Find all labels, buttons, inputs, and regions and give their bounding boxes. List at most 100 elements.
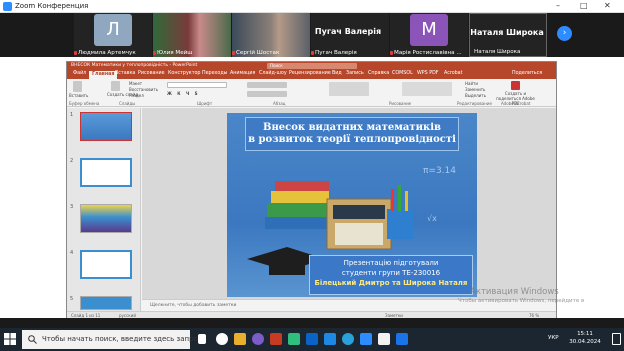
avatar: М	[410, 14, 448, 46]
powerpoint-icon[interactable]	[270, 333, 282, 345]
viber-icon[interactable]	[252, 333, 264, 345]
telegram-icon[interactable]	[342, 333, 354, 345]
zoom-icon[interactable]	[360, 333, 372, 345]
participant-tile[interactable]: Пугач Валерія Пугач Валерія	[311, 13, 389, 57]
group-slides: Слайды	[119, 101, 136, 106]
edge-icon[interactable]	[288, 333, 300, 345]
font-family-select[interactable]	[167, 82, 227, 88]
slide-number: 3	[70, 204, 74, 210]
slide-canvas: Внесок видатних математиків в розвиток т…	[142, 108, 556, 299]
windows-start-icon[interactable]	[4, 333, 16, 345]
powerpoint-window: ВНЕСОК Математики у теплопровідність - P…	[66, 61, 557, 318]
mic-muted-icon	[74, 51, 77, 55]
ppt-title-bar: ВНЕСОК Математики у теплопровідність - P…	[67, 62, 556, 70]
search-placeholder: Чтобы начать поиск, введите здесь запрос	[42, 335, 202, 343]
slide-thumbnail[interactable]	[80, 112, 132, 141]
slide-thumbnails: 1 2 3 4 5	[67, 108, 141, 311]
slide-thumbnail[interactable]	[80, 158, 132, 187]
participant-tile[interactable]: М Марія Ростиславівна ...	[390, 13, 468, 57]
group-editing: Редактирование	[457, 101, 492, 106]
slide-number: 5	[70, 296, 74, 302]
gallery-next-button[interactable]: ›	[557, 26, 572, 41]
tab-slideshow[interactable]: Слайд-шоу	[259, 71, 287, 76]
notepad-icon[interactable]	[378, 333, 390, 345]
slide-thumbnail[interactable]	[80, 204, 132, 233]
windows-taskbar: Чтобы начать поиск, введите здесь запрос…	[0, 328, 624, 351]
tab-record[interactable]: Запись	[346, 71, 364, 76]
tab-animation[interactable]: Анимация	[230, 71, 255, 76]
slide-number: 2	[70, 158, 74, 164]
tab-help[interactable]: Справка	[368, 71, 389, 76]
paste-button[interactable]: Вставить	[69, 93, 88, 98]
tab-view[interactable]: Вид	[332, 71, 342, 76]
outlook-icon[interactable]	[324, 333, 336, 345]
participant-big-name: Пугач Валерія	[314, 27, 382, 36]
tab-review[interactable]: Рецензирование	[289, 71, 331, 76]
clock-date: 30.04.2024	[569, 339, 601, 345]
new-slide-icon	[111, 81, 120, 91]
word-icon[interactable]	[306, 333, 318, 345]
participant-name: Марія Ростиславівна ...	[394, 50, 462, 56]
app-icon[interactable]	[396, 333, 408, 345]
mic-muted-icon	[232, 51, 235, 55]
tab-transitions[interactable]: Переходы	[202, 71, 227, 76]
list-buttons[interactable]	[247, 82, 287, 88]
maximize-button[interactable]: □	[580, 1, 588, 10]
participant-name: Наталя Широка	[474, 49, 521, 55]
select-button[interactable]: Выделить	[465, 93, 486, 98]
participant-tile[interactable]: Юлия Мейш	[153, 13, 231, 57]
layout-button[interactable]: Макет	[129, 81, 142, 86]
chrome-icon[interactable]	[216, 333, 228, 345]
current-slide[interactable]: Внесок видатних математиків в розвиток т…	[227, 113, 477, 297]
reset-button[interactable]: Восстановить	[129, 87, 158, 92]
group-font: Шрифт	[197, 101, 213, 106]
slide-title-line2: в розвиток теорії теплопровідності	[248, 134, 456, 145]
slide-caption-line2: студенти групи ТЕ-230016	[341, 269, 441, 277]
find-button[interactable]: Найти	[465, 81, 478, 86]
participant-tile[interactable]: Наталя Широка Наталя Широка	[469, 13, 547, 57]
align-buttons[interactable]	[247, 91, 287, 97]
ppt-search-box[interactable]: Поиск	[267, 63, 357, 69]
drawing-tools[interactable]	[402, 82, 452, 96]
tab-file[interactable]: Файл	[73, 71, 86, 76]
slide-caption-line1: Презентацію підготували	[343, 259, 439, 267]
clock-time: 15:11	[577, 331, 593, 337]
participant-name: Людмила Артемчук	[78, 50, 136, 56]
section-button[interactable]: Раздел	[129, 93, 144, 98]
participant-big-name: Наталя Широка	[470, 28, 544, 37]
participant-gallery: Л Людмила Артемчук Юлия Мейш Сергій Шост…	[0, 13, 624, 57]
tab-comsol[interactable]: COMSOL	[392, 71, 413, 76]
file-explorer-icon[interactable]	[234, 333, 246, 345]
zoom-bottom-strip	[0, 318, 624, 328]
share-button[interactable]: Поделиться	[512, 71, 542, 76]
notes-placeholder: Щелкните, чтобы добавить заметки	[150, 303, 237, 308]
ppt-ribbon-tabs: Файл Главная Вставка Рисование Конструкт…	[67, 70, 556, 79]
tab-acrobat[interactable]: Acrobat	[444, 71, 463, 76]
participant-name: Юлия Мейш	[157, 50, 193, 56]
close-button[interactable]: ✕	[604, 1, 611, 10]
tab-design[interactable]: Конструктор	[168, 71, 200, 76]
taskbar-search[interactable]: Чтобы начать поиск, введите здесь запрос	[22, 330, 202, 349]
tab-draw[interactable]: Рисование	[138, 71, 165, 76]
svg-text:π=3.14: π=3.14	[423, 166, 456, 176]
replace-button[interactable]: Заменить	[465, 87, 485, 92]
ppt-doc-title: ВНЕСОК Математики у теплопровідність - P…	[71, 63, 198, 68]
taskbar-clock[interactable]: 15:11 30.04.2024	[566, 330, 604, 346]
language-indicator[interactable]: УКР	[548, 335, 559, 341]
tab-wps-pdf[interactable]: WPS PDF	[417, 71, 439, 76]
ppt-ribbon: Вставить Буфер обмена Создать слайд Маке…	[67, 79, 556, 107]
shapes-gallery[interactable]	[329, 82, 369, 96]
group-acrobat: Adobe Acrobat	[501, 101, 531, 106]
slide-thumbnail[interactable]	[80, 296, 132, 310]
task-view-icon[interactable]	[198, 334, 206, 344]
slide-thumbnail[interactable]	[80, 250, 132, 279]
avatar: Л	[94, 14, 132, 46]
notifications-icon[interactable]	[612, 333, 621, 345]
participant-tile[interactable]: Л Людмила Артемчук	[74, 13, 152, 57]
participant-tile[interactable]: Сергій Шостак	[232, 13, 310, 57]
font-format-buttons[interactable]: Ж К Ч S	[167, 91, 199, 96]
svg-text:√x: √x	[427, 214, 437, 223]
tab-insert[interactable]: Вставка	[115, 71, 135, 76]
tab-home[interactable]: Главная	[89, 71, 118, 79]
minimize-button[interactable]: –	[556, 1, 560, 10]
